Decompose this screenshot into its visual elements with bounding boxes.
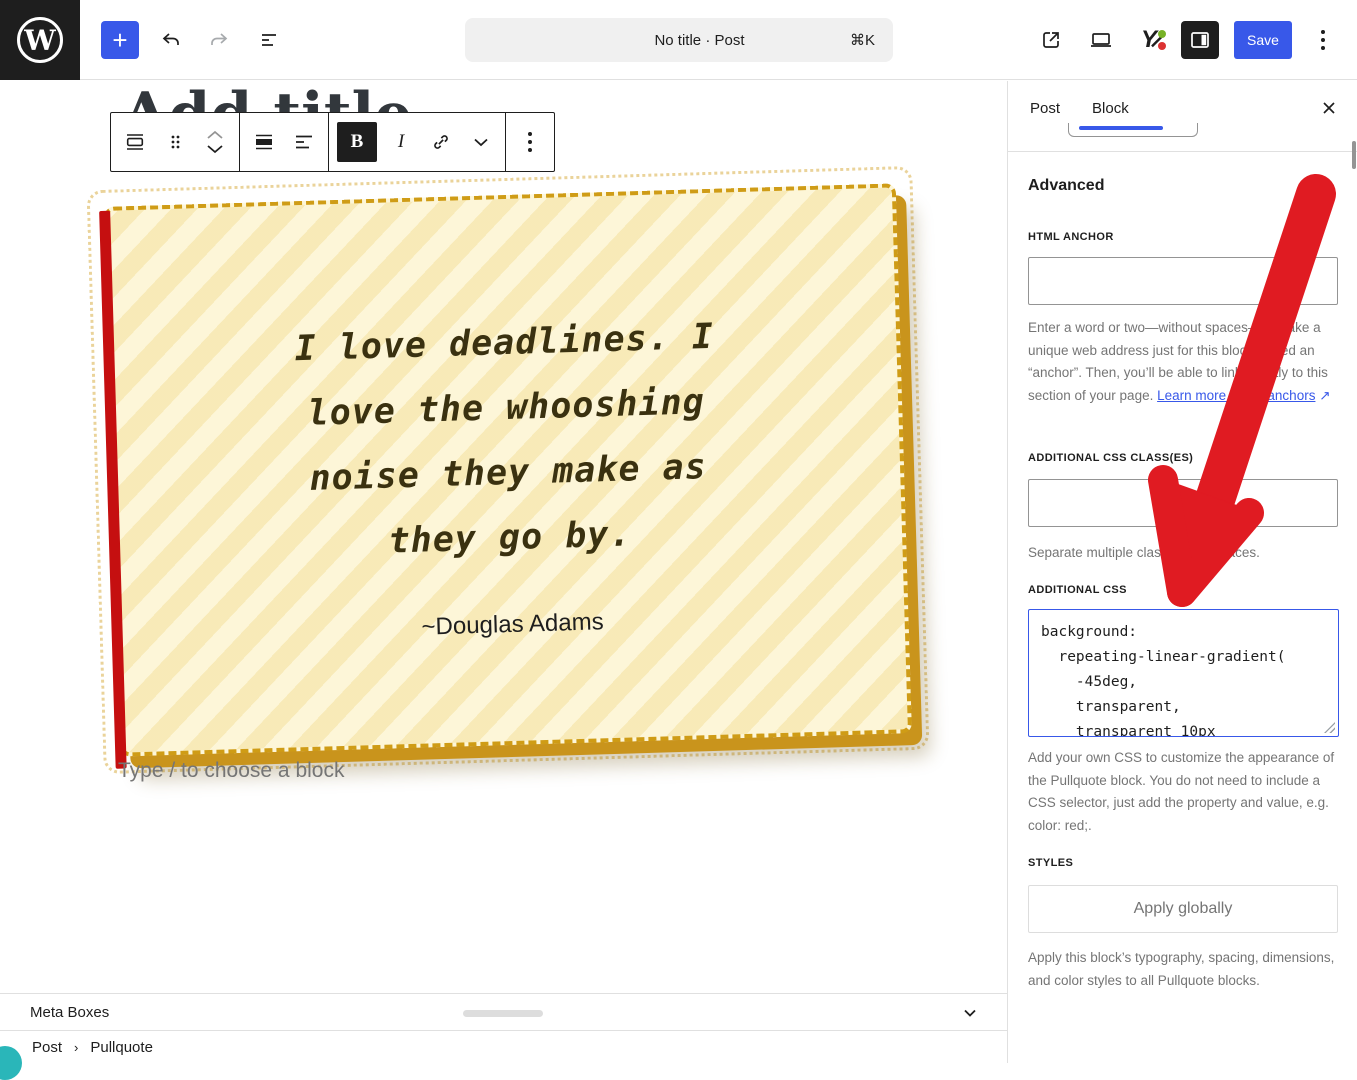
styles-help: Apply this block’s typography, spacing, … xyxy=(1028,947,1340,992)
command-center-search[interactable]: No title · Post ⌘K xyxy=(465,18,893,62)
laptop-icon xyxy=(1088,28,1114,52)
settings-sidebar-toggle[interactable] xyxy=(1181,21,1219,59)
redo-button[interactable] xyxy=(200,21,238,59)
apply-globally-button[interactable]: Apply globally xyxy=(1028,885,1338,933)
align-none-icon xyxy=(252,130,276,154)
css-classes-label: ADDITIONAL CSS CLASS(ES) xyxy=(1028,452,1193,464)
html-anchor-help: Enter a word or two—without spaces—to ma… xyxy=(1028,317,1340,408)
move-down-button[interactable] xyxy=(204,143,226,155)
pullquote-block-icon xyxy=(123,130,147,154)
additional-css-help: Add your own CSS to customize the appear… xyxy=(1028,747,1340,838)
yoast-seo-button[interactable]: Y̷ xyxy=(1130,21,1168,59)
css-classes-help: Separate multiple classes with spaces. xyxy=(1028,542,1340,565)
plus-icon: + xyxy=(112,25,127,56)
editor-canvas: Add title xyxy=(0,81,1007,992)
sticky-note: I love deadlines. I love the whooshing n… xyxy=(104,183,912,756)
view-post-button[interactable] xyxy=(1032,21,1070,59)
link-button[interactable] xyxy=(421,118,461,166)
external-link-icon xyxy=(1039,28,1063,52)
kebab-icon xyxy=(1321,30,1325,50)
document-title: No title · Post xyxy=(465,32,850,49)
scrolled-tab-control xyxy=(1068,123,1198,137)
breadcrumb-item-post[interactable]: Post xyxy=(32,1039,62,1056)
settings-sidebar: Post Block Advanced HTML ANCHOR Enter a … xyxy=(1007,81,1357,1063)
italic-icon: I xyxy=(398,131,404,153)
block-options-button[interactable] xyxy=(510,118,550,166)
sidebar-panel-icon xyxy=(1188,28,1212,52)
post-title-field[interactable]: Add title xyxy=(122,84,622,113)
meta-boxes-label: Meta Boxes xyxy=(30,1004,109,1021)
learn-more-anchors-link[interactable]: Learn more about anchors xyxy=(1157,388,1315,403)
bold-button[interactable]: B xyxy=(337,122,377,162)
block-inserter-button[interactable]: + xyxy=(101,21,139,59)
align-button[interactable] xyxy=(244,118,284,166)
block-appender[interactable]: Type / to choose a block xyxy=(118,759,344,783)
redo-icon xyxy=(207,28,231,52)
scrollbar-thumb[interactable] xyxy=(1352,141,1356,169)
breadcrumb: Post › Pullquote xyxy=(0,1031,1007,1063)
kebab-icon xyxy=(528,132,532,152)
additional-css-textarea[interactable]: background: repeating-linear-gradient( -… xyxy=(1028,609,1339,737)
options-menu-button[interactable] xyxy=(1304,21,1342,59)
block-toolbar: B I xyxy=(110,112,555,172)
preview-button[interactable] xyxy=(1082,21,1120,59)
document-overview-icon xyxy=(257,28,281,52)
additional-css-label: ADDITIONAL CSS xyxy=(1028,584,1127,596)
meta-boxes-resize-handle[interactable] xyxy=(463,1010,543,1017)
chevron-right-icon: › xyxy=(74,1040,78,1055)
save-button[interactable]: Save xyxy=(1234,21,1292,59)
bold-icon: B xyxy=(351,131,364,153)
block-type-button[interactable] xyxy=(115,118,155,166)
keyboard-shortcut-badge: ⌘K xyxy=(850,31,893,49)
drag-handle-icon xyxy=(163,130,187,154)
advanced-heading: Advanced xyxy=(1028,177,1104,195)
active-tab-indicator xyxy=(1079,126,1163,130)
wordpress-logo-icon: W xyxy=(17,17,63,63)
html-anchor-input[interactable] xyxy=(1028,257,1338,305)
html-anchor-label: HTML ANCHOR xyxy=(1028,231,1114,243)
close-sidebar-button[interactable] xyxy=(1315,94,1343,122)
tab-post[interactable]: Post xyxy=(1014,81,1076,135)
chevron-down-icon[interactable] xyxy=(961,1004,979,1022)
more-rich-text-button[interactable] xyxy=(461,118,501,166)
undo-icon xyxy=(159,28,183,52)
document-overview-button[interactable] xyxy=(250,21,288,59)
yoast-green-dot-icon xyxy=(1158,30,1166,38)
sidebar-divider xyxy=(1008,151,1357,152)
italic-button[interactable]: I xyxy=(381,118,421,166)
move-up-button[interactable] xyxy=(204,129,226,141)
close-icon xyxy=(1320,99,1338,117)
external-link-arrow-icon: ↗ xyxy=(1319,388,1330,403)
editor-top-bar: W + No title · Post ⌘K xyxy=(0,0,1357,80)
css-classes-input[interactable] xyxy=(1028,479,1338,527)
link-icon xyxy=(429,130,453,154)
styles-label: STYLES xyxy=(1028,857,1073,869)
text-align-button[interactable] xyxy=(284,118,324,166)
text-align-left-icon xyxy=(292,130,316,154)
post-title-placeholder: Add title xyxy=(122,84,413,113)
drag-handle[interactable] xyxy=(155,118,195,166)
wordpress-menu-button[interactable]: W xyxy=(0,0,80,80)
undo-button[interactable] xyxy=(152,21,190,59)
chevron-down-icon xyxy=(470,136,492,148)
pullquote-block[interactable]: I love deadlines. I love the whooshing n… xyxy=(104,183,912,756)
yoast-icon: Y̷ xyxy=(1141,26,1157,54)
meta-boxes-panel[interactable]: Meta Boxes xyxy=(0,993,1007,1031)
pullquote-text[interactable]: I love deadlines. I love the whooshing n… xyxy=(111,299,902,582)
yoast-red-dot-icon xyxy=(1158,42,1166,50)
breadcrumb-item-pullquote[interactable]: Pullquote xyxy=(90,1039,153,1056)
